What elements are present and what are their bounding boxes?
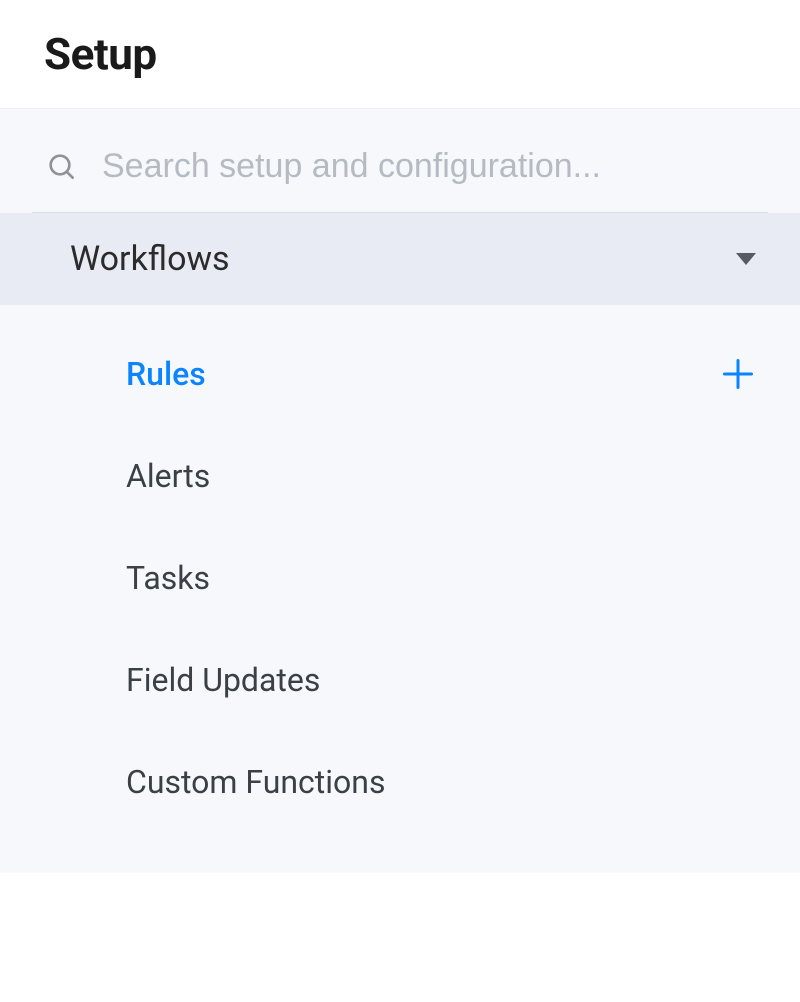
search-row xyxy=(32,145,768,213)
nav-item-field-updates[interactable]: Field Updates xyxy=(0,629,800,731)
nav-item-label: Tasks xyxy=(126,559,210,597)
nav-item-rules[interactable]: Rules xyxy=(0,323,800,425)
setup-panel: Setup Workflows Rules xyxy=(0,0,800,1002)
page-title: Setup xyxy=(44,28,800,80)
plus-icon[interactable] xyxy=(720,356,756,392)
section-workflows[interactable]: Workflows xyxy=(0,213,800,305)
chevron-down-icon xyxy=(736,253,756,265)
nav-item-tasks[interactable]: Tasks xyxy=(0,527,800,629)
nav-item-alerts[interactable]: Alerts xyxy=(0,425,800,527)
nav-item-label: Field Updates xyxy=(126,661,320,699)
section-title: Workflows xyxy=(70,239,230,279)
nav-item-label: Alerts xyxy=(126,457,210,495)
search-input[interactable] xyxy=(102,147,756,186)
nav-item-label: Custom Functions xyxy=(126,763,385,801)
section-items: Rules Alerts Tasks Field Updates Custom … xyxy=(0,305,800,873)
search-icon xyxy=(46,151,78,183)
nav-item-label: Rules xyxy=(126,355,206,393)
page-header: Setup xyxy=(0,0,800,109)
search-area xyxy=(0,109,800,213)
nav-item-custom-functions[interactable]: Custom Functions xyxy=(0,731,800,833)
